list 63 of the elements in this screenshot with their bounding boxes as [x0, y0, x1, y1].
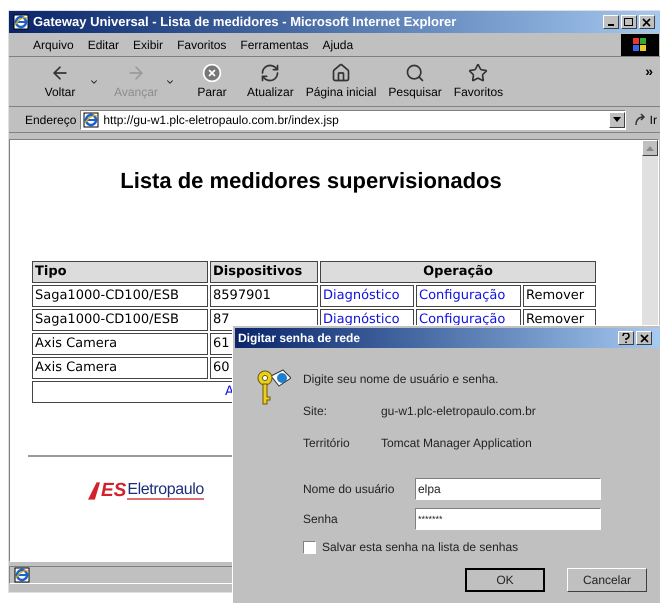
field-label: Senha [303, 511, 339, 528]
go-arrow-icon [634, 112, 648, 126]
minimize-icon [608, 24, 614, 26]
maximize-icon [624, 18, 634, 26]
info-value: gu-w1.plc-eletropaulo.com.br [381, 403, 536, 420]
maximize-button[interactable] [621, 15, 637, 29]
page-icon [14, 567, 30, 583]
toolbar-button[interactable]: Página inicial [300, 62, 382, 100]
column-header: Dispositivos [210, 261, 318, 282]
close-icon [642, 18, 652, 26]
search-icon [405, 62, 426, 82]
dropdown-button[interactable] [608, 112, 625, 128]
info-label: Território [303, 435, 351, 452]
column-header: Operação [320, 261, 596, 282]
table-cell: Axis Camera [32, 332, 208, 354]
menu-item[interactable]: Exibir [133, 36, 164, 54]
toolbar-button[interactable]: Favoritos [448, 62, 510, 100]
page-heading: Lista de medidores supervisionados [119, 167, 503, 195]
menu-item[interactable]: Arquivo [33, 36, 74, 54]
windows-logo-icon [621, 34, 659, 56]
help-button[interactable] [618, 331, 634, 345]
window-title: Gateway Universal - Lista de medidores - Microsoft Internet Explorer [33, 13, 456, 32]
column-header: Tipo [32, 261, 208, 282]
page-icon [83, 112, 100, 128]
question-mark-icon [622, 333, 630, 343]
menu-item[interactable]: Favoritos [177, 36, 226, 54]
close-button[interactable] [636, 331, 652, 345]
table-cell: Saga1000-CD100/ESB [32, 284, 208, 306]
toolbar-button[interactable]: Atualizar [241, 62, 300, 100]
toolbar-button[interactable]: Pesquisar [382, 62, 448, 100]
toolbar-button[interactable]: Voltar [31, 62, 89, 100]
caret-down-icon [612, 117, 621, 122]
field-label: Nome do usuário [303, 481, 396, 498]
minimize-button[interactable] [603, 15, 619, 29]
address-label: Endereço [25, 112, 76, 128]
toolbar-button[interactable]: Parar [183, 62, 241, 100]
info-value: Tomcat Manager Application [381, 435, 532, 452]
table-cell: 8597901 [210, 284, 318, 306]
checkbox-label: Salvar esta senha na lista de senhas [322, 539, 518, 556]
menu-item[interactable]: Ajuda [322, 36, 354, 54]
scroll-up-icon [646, 146, 654, 150]
ok-button[interactable]: OK [465, 568, 545, 592]
table-cell-text: Remover [526, 288, 584, 303]
table-cell: Saga1000-CD100/ESB [32, 308, 208, 330]
table-cell: Axis Camera [32, 356, 208, 378]
close-icon [640, 334, 648, 342]
go-button[interactable]: Ir [630, 110, 660, 128]
refresh-icon [260, 62, 280, 82]
cancel-button[interactable]: Cancelar [567, 568, 647, 592]
table-cell-text: Remover [526, 312, 584, 327]
star-icon [468, 62, 488, 82]
address-field[interactable]: http://gu-w1.plc-eletropaulo.com.br/index.jsp [80, 110, 626, 130]
info-label: Site: [303, 403, 328, 420]
close-button[interactable] [639, 15, 655, 29]
home-icon [331, 62, 352, 82]
password-field[interactable]: ******* [415, 508, 601, 530]
checkbox[interactable] [303, 540, 316, 554]
menu-item[interactable]: Editar [88, 36, 120, 54]
overflow-chevron[interactable]: » [645, 61, 653, 82]
username-field[interactable]: elpa [415, 478, 601, 500]
menu-item[interactable]: Ferramentas [240, 36, 308, 54]
stop-icon [202, 62, 222, 82]
browser-icon [13, 14, 29, 30]
